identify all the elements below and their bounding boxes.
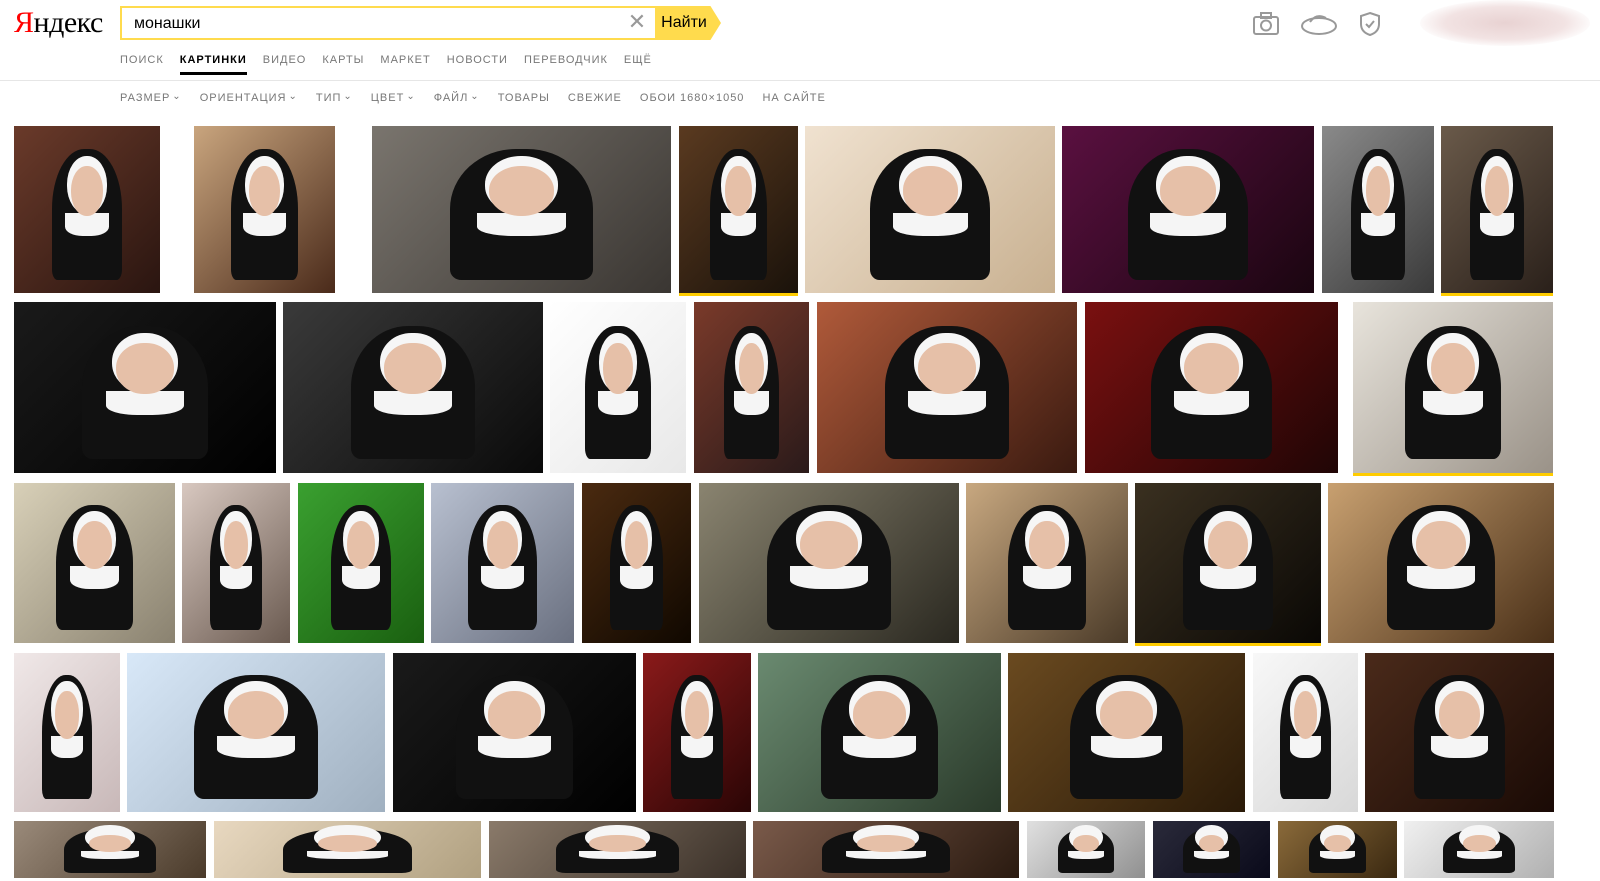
image-result-thumbnail[interactable] bbox=[643, 653, 751, 815]
image-result-thumbnail[interactable] bbox=[1441, 126, 1553, 296]
nav-item-search[interactable]: ПОИСК bbox=[120, 54, 164, 75]
image-result-thumbnail[interactable] bbox=[214, 821, 481, 881]
logo-rest: ндекс bbox=[33, 6, 104, 39]
search-box: ✕ bbox=[120, 6, 658, 40]
image-result-thumbnail[interactable] bbox=[431, 483, 574, 646]
nav-item-more[interactable]: ЕЩЁ bbox=[624, 54, 652, 75]
image-result-thumbnail[interactable] bbox=[1085, 302, 1338, 476]
nav-item-maps[interactable]: КАРТЫ bbox=[322, 54, 364, 75]
image-result-thumbnail[interactable] bbox=[393, 653, 636, 815]
cloud-icon[interactable] bbox=[1300, 10, 1338, 38]
filter-on-site[interactable]: НА САЙТЕ bbox=[762, 92, 825, 104]
service-nav: ПОИСК КАРТИНКИ ВИДЕО КАРТЫ МАРКЕТ НОВОСТ… bbox=[120, 54, 668, 75]
image-result-thumbnail[interactable] bbox=[1153, 821, 1270, 881]
image-result-thumbnail[interactable] bbox=[1008, 653, 1245, 815]
image-result-thumbnail[interactable] bbox=[805, 126, 1055, 296]
image-result-thumbnail[interactable] bbox=[1404, 821, 1554, 881]
filter-orientation[interactable]: ОРИЕНТАЦИЯ bbox=[200, 92, 298, 104]
filter-type[interactable]: ТИП bbox=[316, 92, 353, 104]
image-result-thumbnail[interactable] bbox=[758, 653, 1001, 815]
filter-color[interactable]: ЦВЕТ bbox=[371, 92, 416, 104]
image-result-thumbnail[interactable] bbox=[1322, 126, 1434, 296]
camera-icon[interactable] bbox=[1252, 10, 1280, 38]
image-result-thumbnail[interactable] bbox=[298, 483, 424, 646]
image-result-thumbnail[interactable] bbox=[694, 302, 809, 476]
user-avatar[interactable] bbox=[1420, 0, 1590, 46]
filter-goods[interactable]: ТОВАРЫ bbox=[498, 92, 550, 104]
nav-item-video[interactable]: ВИДЕО bbox=[263, 54, 307, 75]
image-result-thumbnail[interactable] bbox=[14, 483, 175, 646]
image-result-thumbnail[interactable] bbox=[14, 821, 206, 881]
image-result-thumbnail[interactable] bbox=[679, 126, 798, 296]
header: Яндекс ✕ Найти ПОИСК КАРТИНКИ ВИДЕО КАРТ… bbox=[0, 0, 1600, 81]
image-result-thumbnail[interactable] bbox=[372, 126, 671, 296]
image-result-thumbnail[interactable] bbox=[14, 302, 276, 476]
image-result-thumbnail[interactable] bbox=[817, 302, 1077, 476]
image-result-thumbnail[interactable] bbox=[550, 302, 686, 476]
image-result-thumbnail[interactable] bbox=[283, 302, 543, 476]
image-result-thumbnail[interactable] bbox=[1027, 821, 1145, 881]
find-button[interactable]: Найти bbox=[655, 6, 721, 40]
image-result-thumbnail[interactable] bbox=[14, 126, 160, 296]
nav-item-market[interactable]: МАРКЕТ bbox=[380, 54, 430, 75]
image-result-thumbnail[interactable] bbox=[1062, 126, 1314, 296]
nav-item-translator[interactable]: ПЕРЕВОДЧИК bbox=[524, 54, 608, 75]
search-input[interactable] bbox=[132, 13, 616, 35]
image-result-thumbnail[interactable] bbox=[194, 126, 335, 296]
image-result-thumbnail[interactable] bbox=[753, 821, 1019, 881]
image-result-thumbnail[interactable] bbox=[966, 483, 1128, 646]
nav-item-news[interactable]: НОВОСТИ bbox=[447, 54, 508, 75]
yandex-logo[interactable]: Яндекс bbox=[14, 6, 103, 40]
image-result-thumbnail[interactable] bbox=[1353, 302, 1553, 476]
shield-icon[interactable] bbox=[1356, 10, 1384, 38]
image-result-thumbnail[interactable] bbox=[1328, 483, 1554, 646]
filter-fresh[interactable]: СВЕЖИЕ bbox=[568, 92, 622, 104]
image-result-thumbnail[interactable] bbox=[1365, 653, 1554, 815]
image-result-thumbnail[interactable] bbox=[1278, 821, 1397, 881]
filter-size[interactable]: РАЗМЕР bbox=[120, 92, 182, 104]
image-result-thumbnail[interactable] bbox=[489, 821, 746, 881]
image-result-thumbnail[interactable] bbox=[127, 653, 385, 815]
clear-icon[interactable]: ✕ bbox=[626, 11, 648, 35]
nav-item-images[interactable]: КАРТИНКИ bbox=[179, 54, 247, 75]
filter-file[interactable]: ФАЙЛ bbox=[434, 92, 480, 104]
image-result-thumbnail[interactable] bbox=[1253, 653, 1358, 815]
image-result-thumbnail[interactable] bbox=[1135, 483, 1321, 646]
image-result-thumbnail[interactable] bbox=[14, 653, 120, 815]
filter-wallpaper[interactable]: ОБОИ 1680×1050 bbox=[640, 92, 745, 104]
image-result-thumbnail[interactable] bbox=[582, 483, 691, 646]
image-result-thumbnail[interactable] bbox=[699, 483, 959, 646]
filters-bar: РАЗМЕР ОРИЕНТАЦИЯ ТИП ЦВЕТ ФАЙЛ ТОВАРЫ С… bbox=[120, 92, 844, 104]
image-result-thumbnail[interactable] bbox=[182, 483, 290, 646]
logo-first-letter: Я bbox=[14, 6, 34, 39]
